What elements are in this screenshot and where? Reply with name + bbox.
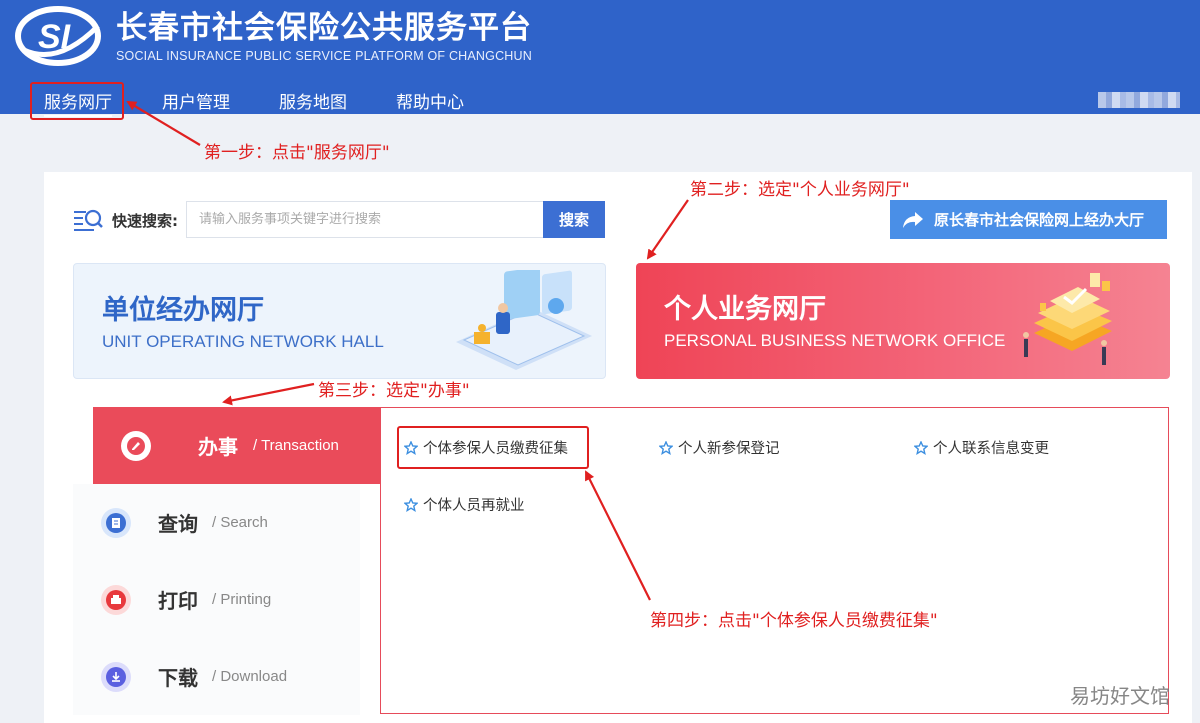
printer-icon (101, 584, 131, 615)
star-icon (404, 497, 418, 512)
unit-hall-title: 单位经办网厅 (102, 295, 264, 326)
personal-hall-card[interactable]: 个人业务网厅 PERSONAL BUSINESS NETWORK OFFICE (636, 263, 1170, 379)
annotation-step3: 第三步：选定"办事" (318, 381, 470, 401)
tab-printing[interactable]: 打印 / Printing (73, 561, 360, 638)
pen-icon (121, 430, 151, 461)
service-item-new-registration[interactable]: 个人新参保登记 (659, 437, 780, 458)
nav-user-management[interactable]: 用户管理 (162, 88, 230, 113)
annotation-box-step4 (397, 426, 589, 469)
tab-printing-sub: / Printing (212, 591, 272, 608)
user-info-blurred[interactable] (1098, 92, 1180, 108)
svg-text:SI: SI (38, 18, 72, 56)
old-hall-button[interactable]: 原长春市社会保险网上经办大厅 (890, 200, 1167, 239)
search-button[interactable]: 搜索 (543, 201, 605, 238)
tab-download[interactable]: 下载 / Download (73, 638, 360, 715)
tab-transaction[interactable]: 办事 / Transaction (93, 407, 380, 484)
annotation-box-step1 (30, 82, 124, 120)
office-illustration-icon (456, 270, 592, 370)
tab-printing-label: 打印 (158, 589, 198, 613)
star-icon (914, 440, 928, 455)
main-nav: 服务网厅 用户管理 服务地图 帮助中心 (0, 84, 1200, 117)
tab-transaction-label: 办事 (198, 435, 238, 459)
document-icon (101, 507, 131, 538)
tab-transaction-sub: / Transaction (253, 437, 339, 454)
service-item-label: 个人联系信息变更 (933, 441, 1049, 457)
site-header: SI 长春市社会保险公共服务平台 SOCIAL INSURANCE PUBLIC… (0, 0, 1200, 117)
download-icon (101, 661, 131, 692)
share-arrow-icon (903, 211, 923, 228)
tab-search-sub: / Search (212, 514, 268, 531)
annotation-step4: 第四步：点击"个体参保人员缴费征集" (650, 611, 938, 631)
si-logo-icon: SI (15, 6, 101, 66)
watermark-text: 易坊好文馆 (1070, 684, 1170, 708)
search-input[interactable] (186, 201, 543, 238)
annotation-step2: 第二步：选定"个人业务网厅" (690, 180, 910, 200)
documents-illustration-icon (1023, 273, 1112, 365)
tab-search-label: 查询 (158, 512, 198, 536)
annotation-step1: 第一步：点击"服务网厅" (204, 143, 390, 163)
search-list-icon (74, 209, 103, 231)
tab-download-sub: / Download (212, 668, 288, 685)
personal-hall-subtitle: PERSONAL BUSINESS NETWORK OFFICE (664, 331, 1006, 350)
personal-hall-title: 个人业务网厅 (664, 294, 826, 325)
old-hall-button-label: 原长春市社会保险网上经办大厅 (934, 211, 1145, 229)
tab-download-label: 下载 (158, 666, 198, 690)
star-icon (659, 440, 673, 455)
nav-service-map[interactable]: 服务地图 (279, 88, 347, 113)
service-item-label: 个人新参保登记 (678, 441, 780, 457)
service-item-contact-change[interactable]: 个人联系信息变更 (914, 437, 1049, 458)
nav-help-center[interactable]: 帮助中心 (396, 88, 464, 113)
site-title: 长春市社会保险公共服务平台 (116, 10, 532, 46)
service-item-reemployment[interactable]: 个体人员再就业 (404, 494, 525, 515)
unit-hall-subtitle: UNIT OPERATING NETWORK HALL (102, 332, 384, 351)
site-subtitle: SOCIAL INSURANCE PUBLIC SERVICE PLATFORM… (116, 49, 532, 63)
tab-search[interactable]: 查询 / Search (73, 484, 360, 561)
service-item-label: 个体人员再就业 (423, 498, 525, 514)
unit-hall-card[interactable]: 单位经办网厅 UNIT OPERATING NETWORK HALL (73, 263, 606, 379)
category-tabs: 办事 / Transaction 查询 / Search 打印 / Printi… (73, 407, 380, 723)
search-label: 快速搜索: (112, 212, 178, 230)
